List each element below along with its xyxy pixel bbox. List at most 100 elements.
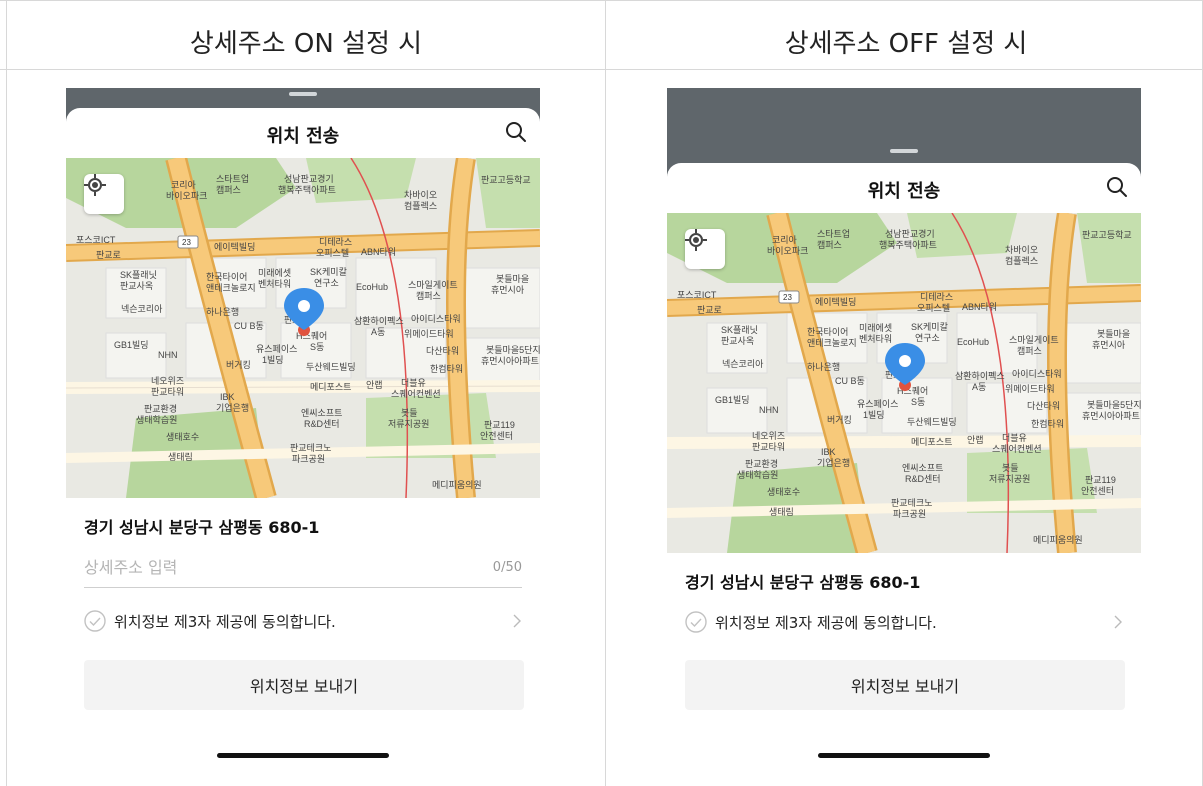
svg-text:성남판교경기: 성남판교경기 xyxy=(284,173,334,184)
send-location-button[interactable]: 위치정보 보내기 xyxy=(84,660,524,710)
svg-text:유스페이스: 유스페이스 xyxy=(256,344,297,354)
consent-row[interactable]: 위치정보 제3자 제공에 동의합니다. xyxy=(685,609,1123,635)
svg-text:다산타워: 다산타워 xyxy=(426,346,459,356)
svg-text:행복주택아파트: 행복주택아파트 xyxy=(879,239,937,250)
svg-text:미래에셋: 미래에셋 xyxy=(258,268,291,278)
detail-address-input[interactable] xyxy=(84,548,522,588)
svg-text:연구소: 연구소 xyxy=(915,333,940,343)
svg-text:판교고등학교: 판교고등학교 xyxy=(1082,230,1132,240)
search-icon[interactable] xyxy=(504,120,528,144)
svg-text:ABN타워: ABN타워 xyxy=(962,302,997,312)
consent-row[interactable]: 위치정보 제3자 제공에 동의합니다. xyxy=(84,608,522,634)
svg-text:두산웨드빌딩: 두산웨드빌딩 xyxy=(907,416,957,427)
send-location-button[interactable]: 위치정보 보내기 xyxy=(685,660,1125,710)
svg-text:한국타이어: 한국타이어 xyxy=(206,272,247,282)
check-circle-icon[interactable] xyxy=(685,611,707,633)
location-share-sheet: 위치 전송 코리아 바이오파크 스타트업 캠퍼스 성남판교경기 행복주택아파트 … xyxy=(667,163,1141,786)
svg-text:엔씨소프트: 엔씨소프트 xyxy=(902,463,943,473)
svg-text:차바이오: 차바이오 xyxy=(404,189,437,200)
svg-text:파크공원: 파크공원 xyxy=(893,509,926,519)
svg-text:저류지공원: 저류지공원 xyxy=(388,419,429,429)
svg-text:파크공원: 파크공원 xyxy=(292,454,325,464)
svg-text:안전센터: 안전센터 xyxy=(1081,486,1114,496)
svg-text:앤테크놀로지: 앤테크놀로지 xyxy=(206,283,256,293)
svg-text:23: 23 xyxy=(783,293,792,302)
svg-text:캠퍼스: 캠퍼스 xyxy=(216,184,241,195)
svg-text:ABN타워: ABN타워 xyxy=(361,247,396,257)
svg-text:판교타워: 판교타워 xyxy=(752,442,785,452)
svg-text:기업은행: 기업은행 xyxy=(817,457,850,468)
svg-text:판교테크노: 판교테크노 xyxy=(891,498,932,508)
svg-text:삼환하이펙스: 삼환하이펙스 xyxy=(955,370,1005,381)
map-canvas: 코리아바이오파크 스타트업캠퍼스 성남판교경기행복주택아파트 차바이오컴플렉스 … xyxy=(66,158,540,498)
svg-text:A동: A동 xyxy=(972,382,986,392)
current-location-button[interactable] xyxy=(685,229,725,269)
sheet-title: 위치 전송 xyxy=(867,181,941,202)
svg-text:미래에셋: 미래에셋 xyxy=(859,323,892,333)
consent-label: 위치정보 제3자 제공에 동의합니다. xyxy=(114,613,336,631)
svg-text:R&D센터: R&D센터 xyxy=(905,474,941,484)
svg-text:두산웨드빌딩: 두산웨드빌딩 xyxy=(306,361,356,372)
svg-text:R&D센터: R&D센터 xyxy=(304,419,340,429)
svg-text:생태학습원: 생태학습원 xyxy=(737,470,778,480)
svg-text:스마일게이트: 스마일게이트 xyxy=(1009,335,1059,345)
char-counter: 0/50 xyxy=(492,560,522,575)
svg-text:에이텍빌딩: 에이텍빌딩 xyxy=(815,297,856,307)
column-title-on: 상세주소 ON 설정 시 xyxy=(189,29,423,59)
svg-text:넥슨코리아: 넥슨코리아 xyxy=(121,304,163,314)
home-indicator xyxy=(818,753,990,758)
check-circle-icon[interactable] xyxy=(84,610,106,632)
svg-text:유스페이스: 유스페이스 xyxy=(857,399,898,409)
svg-text:EcoHub: EcoHub xyxy=(356,282,388,292)
svg-text:휴먼시아아파트: 휴먼시아아파트 xyxy=(1082,411,1140,421)
svg-text:앤테크놀로지: 앤테크놀로지 xyxy=(807,338,857,348)
svg-text:판교로: 판교로 xyxy=(96,250,121,260)
phone-screen-detail-on: 위치 전송 코리아 바이오파크 스타트업 캠퍼스 성남판교경기 행복주택아파트 … xyxy=(66,88,540,786)
svg-text:안랩: 안랩 xyxy=(366,379,383,390)
search-icon[interactable] xyxy=(1105,175,1129,199)
svg-text:하나은행: 하나은행 xyxy=(807,361,840,372)
svg-text:SK케미칼: SK케미칼 xyxy=(911,322,948,332)
svg-text:엔씨소프트: 엔씨소프트 xyxy=(301,408,342,418)
svg-text:생태림: 생태림 xyxy=(769,506,794,517)
consent-label: 위치정보 제3자 제공에 동의합니다. xyxy=(715,614,937,632)
svg-text:연구소: 연구소 xyxy=(314,278,339,288)
svg-text:휴먼시아아파트: 휴먼시아아파트 xyxy=(481,356,539,366)
svg-text:SK케미칼: SK케미칼 xyxy=(310,267,347,277)
chevron-right-icon[interactable] xyxy=(1113,615,1123,629)
phone-screen-detail-off: 위치 전송 코리아 바이오파크 스타트업 캠퍼스 성남판교경기 행복주택아파트 … xyxy=(667,88,1141,786)
svg-text:1빌딩: 1빌딩 xyxy=(262,355,284,365)
svg-text:아이디스타워: 아이디스타워 xyxy=(411,314,461,324)
current-location-button[interactable] xyxy=(84,174,124,214)
svg-text:디테라스: 디테라스 xyxy=(920,292,953,302)
svg-text:S동: S동 xyxy=(911,397,925,407)
grid-divider-left xyxy=(6,0,7,786)
map-view[interactable]: 코리아 바이오파크 스타트업 캠퍼스 성남판교경기 행복주택아파트 차바이오 컴플렉스 … xyxy=(667,213,1141,553)
svg-text:캠퍼스: 캠퍼스 xyxy=(1017,345,1042,356)
svg-text:판교사옥: 판교사옥 xyxy=(120,281,153,291)
sheet-grabber[interactable] xyxy=(289,92,317,96)
sheet-grabber[interactable] xyxy=(890,149,918,153)
svg-text:저류지공원: 저류지공원 xyxy=(989,474,1030,484)
svg-text:네오위즈: 네오위즈 xyxy=(151,376,184,386)
column-title-off: 상세주소 OFF 설정 시 xyxy=(784,29,1028,59)
svg-text:CU B동: CU B동 xyxy=(835,376,865,386)
svg-text:판교로: 판교로 xyxy=(697,305,722,315)
svg-text:판교타워: 판교타워 xyxy=(151,387,184,397)
svg-text:판교사옥: 판교사옥 xyxy=(721,336,754,346)
svg-text:바이오파크: 바이오파크 xyxy=(166,191,207,201)
map-view[interactable]: 코리아 바이오파크 스타트업 캠퍼스 성남판교경기 행복주택아파트 차바이오 컴플렉스 … xyxy=(66,158,540,498)
svg-text:오피스텔: 오피스텔 xyxy=(917,302,950,313)
svg-text:메디포스트: 메디포스트 xyxy=(911,437,952,447)
svg-text:캠퍼스: 캠퍼스 xyxy=(416,290,441,301)
svg-text:SK플래닛: SK플래닛 xyxy=(721,325,758,335)
chevron-right-icon[interactable] xyxy=(512,614,522,628)
svg-text:바이오파크: 바이오파크 xyxy=(767,246,808,256)
svg-text:버거킹: 버거킹 xyxy=(226,359,251,370)
svg-text:위메이드타워: 위메이드타워 xyxy=(1005,384,1055,394)
svg-text:컴플렉스: 컴플렉스 xyxy=(1005,255,1038,266)
svg-text:23: 23 xyxy=(182,238,191,247)
svg-text:캠퍼스: 캠퍼스 xyxy=(817,239,842,250)
svg-text:NHN: NHN xyxy=(759,405,779,415)
svg-text:오피스텔: 오피스텔 xyxy=(316,247,349,258)
